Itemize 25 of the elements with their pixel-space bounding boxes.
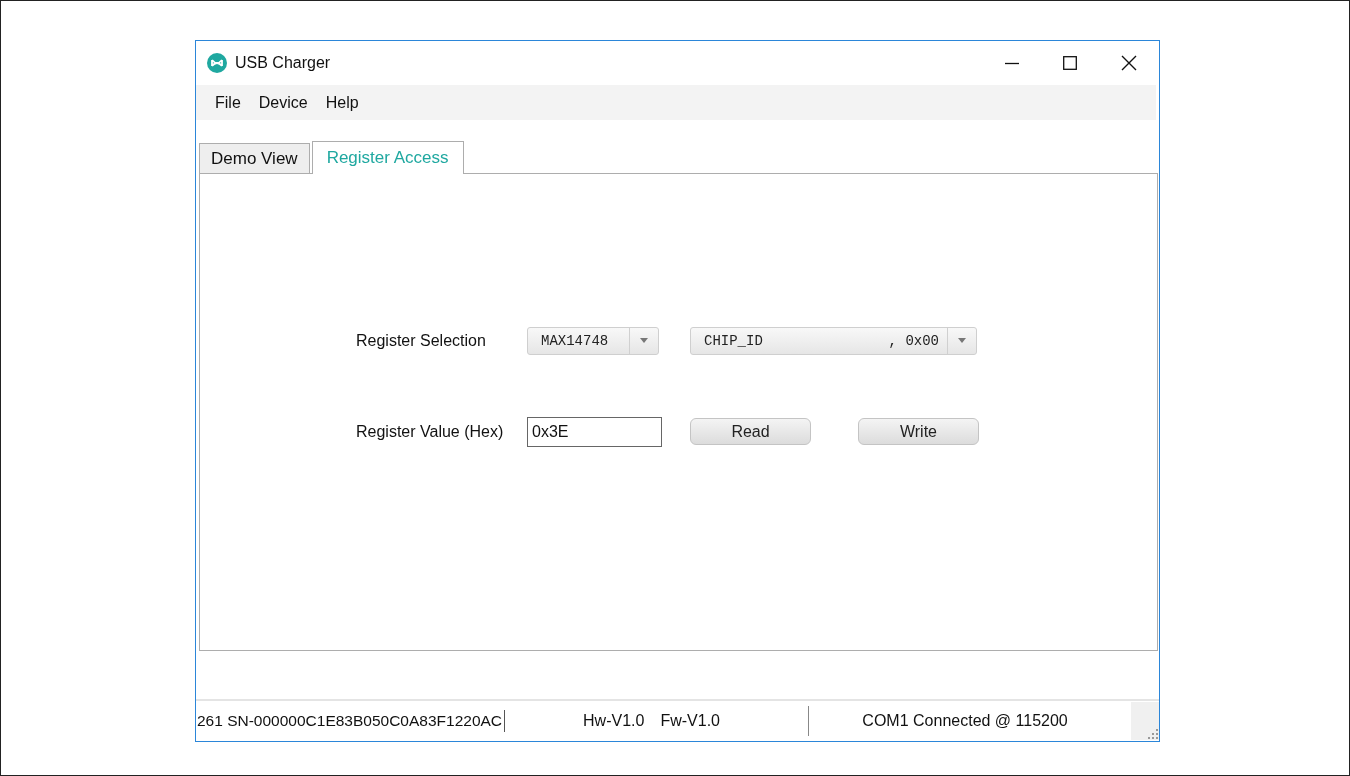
menu-item[interactable]: Device [258, 93, 308, 112]
dropdown-value: CHIP_ID [704, 332, 763, 349]
hardware-version: Hw-V1.0 [583, 712, 645, 729]
firmware-version: Fw-V1.0 [660, 712, 720, 729]
dropdown[interactable]: MAX14748 [527, 326, 659, 355]
input-field[interactable]: 0x3E [527, 416, 662, 447]
dropdown-value: , 0x00 [888, 332, 939, 349]
caret-icon [640, 338, 648, 343]
maximize-icon[interactable] [1063, 56, 1077, 70]
menu-item[interactable]: File [215, 93, 241, 112]
dropdown-value: MAX14748 [541, 332, 609, 349]
serial-number: 261 SN-000000C1E83B050C0A83F1220AC [196, 710, 506, 732]
connection-status: COM1 Connected @ 115200 [861, 712, 1069, 730]
menu-item[interactable]: Help [325, 93, 359, 112]
close-icon[interactable] [1121, 55, 1137, 71]
field-label: Register Selection [356, 331, 487, 350]
resize-grip-icon[interactable] [1147, 728, 1159, 740]
dropdown[interactable]: CHIP_ID , 0x00 [690, 326, 977, 355]
tab[interactable]: Demo View [199, 143, 310, 173]
write-button[interactable]: Write [858, 418, 979, 445]
caret-icon [958, 338, 966, 343]
window-title: USB Charger [235, 54, 332, 72]
field-label: Register Value (Hex) [356, 422, 505, 441]
read-button[interactable]: Read [690, 418, 811, 445]
logo-icon [207, 53, 227, 73]
